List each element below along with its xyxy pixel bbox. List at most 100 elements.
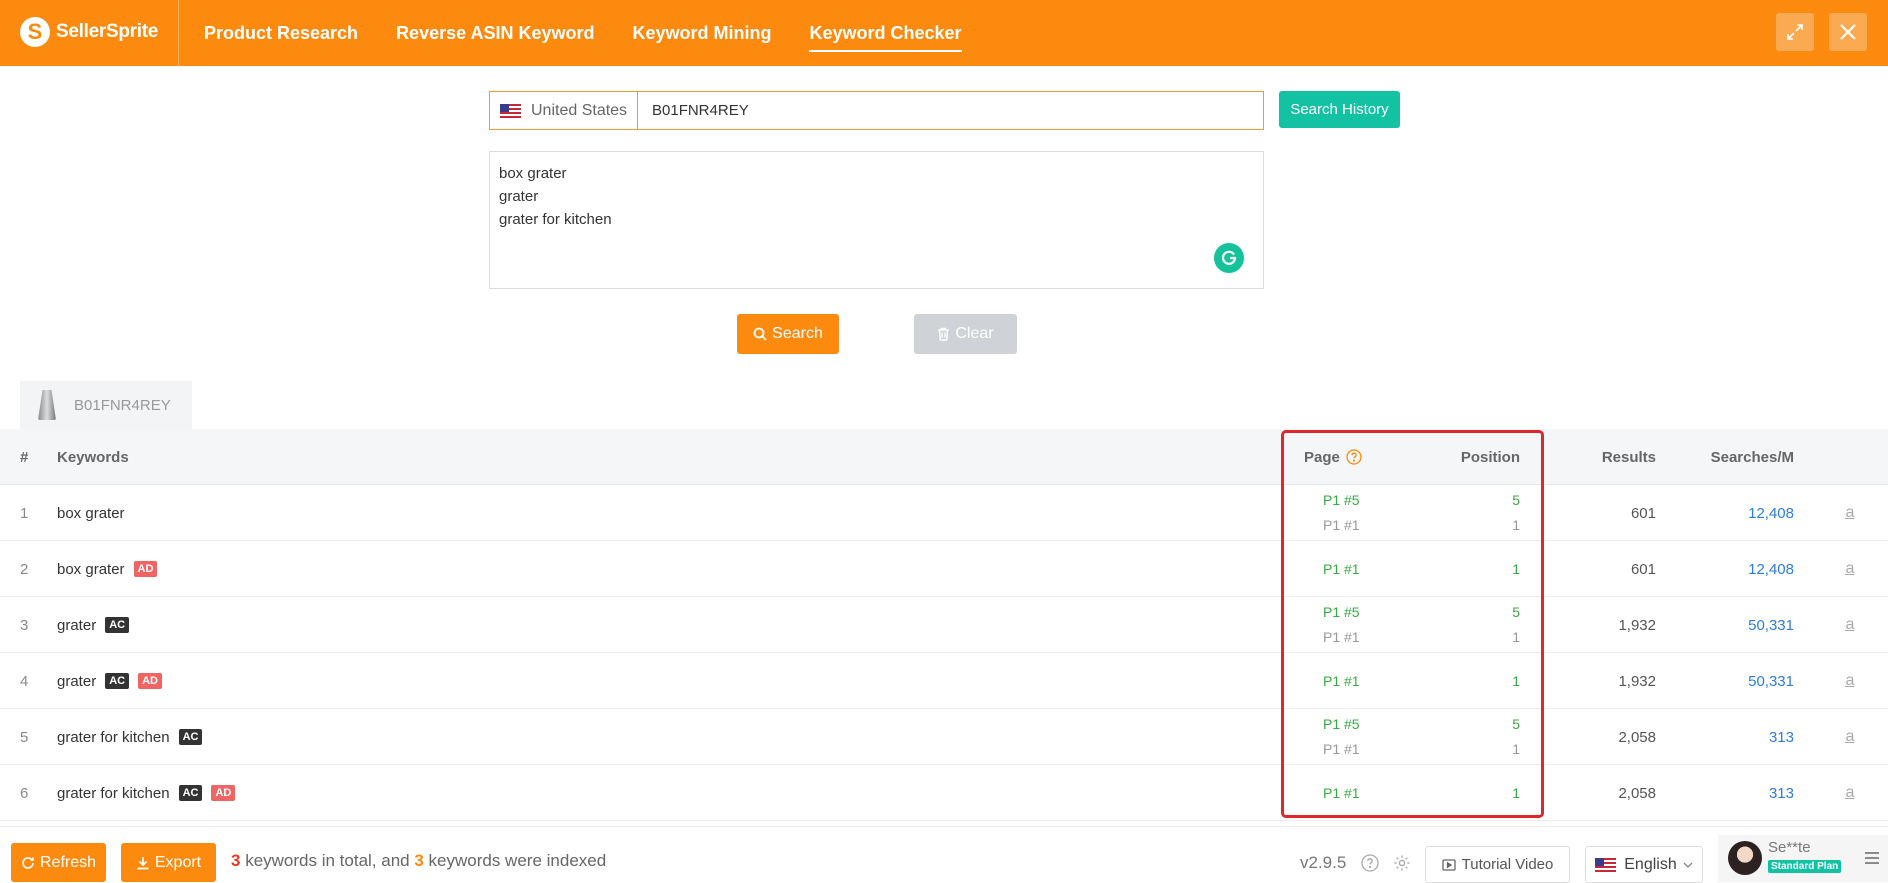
ad-tag: AD (211, 785, 236, 801)
row-page: P1 #5 P1 #1 (1323, 709, 1403, 765)
export-label: Export (154, 853, 202, 871)
header-searches[interactable]: Searches/M (1690, 429, 1794, 485)
nav-product-research[interactable]: Product Research (204, 15, 358, 52)
row-keyword: grater for kitchen AC AD (57, 765, 236, 821)
asin-input[interactable] (638, 92, 1263, 129)
search-button[interactable]: Search (737, 314, 839, 354)
menu-icon[interactable] (1864, 851, 1880, 865)
header-results[interactable]: Results (1560, 429, 1656, 485)
row-keyword: grater for kitchen AC (57, 709, 203, 765)
nav-keyword-checker[interactable]: Keyword Checker (809, 15, 962, 52)
position-primary: 1 (1512, 672, 1520, 689)
row-page: P1 #5 P1 #1 (1323, 597, 1403, 653)
keyword-text: box grater (57, 504, 125, 522)
keyword-text: box grater (57, 560, 125, 578)
search-icon (753, 327, 767, 341)
position-primary: 5 (1512, 604, 1520, 620)
row-searches-link[interactable]: 313 (1690, 765, 1794, 821)
keyword-text: grater (57, 616, 97, 634)
refresh-button[interactable]: Refresh (11, 843, 106, 882)
table-header: # Keywords Page Position Results Searche… (0, 429, 1888, 485)
page-rank-primary: P1 #1 (1323, 784, 1360, 801)
export-button[interactable]: Export (121, 843, 216, 882)
search-history-button[interactable]: Search History (1279, 91, 1400, 128)
row-keyword: box grater (57, 485, 125, 541)
header-keywords: Keywords (57, 448, 129, 466)
amazon-icon[interactable]: a̲ (1840, 709, 1860, 765)
amazon-icon[interactable]: a̲ (1840, 541, 1860, 597)
row-page: P1 #5 P1 #1 (1323, 485, 1403, 541)
amazon-icon[interactable]: a̲ (1840, 765, 1860, 821)
page-rank-secondary: P1 #1 (1323, 741, 1360, 757)
row-index: 5 (20, 728, 29, 746)
amazon-icon[interactable]: a̲ (1840, 485, 1860, 541)
position-primary: 1 (1512, 784, 1520, 801)
page-rank-primary: P1 #5 (1323, 716, 1360, 732)
row-searches-link[interactable]: 12,408 (1690, 541, 1794, 597)
row-results: 1,932 (1618, 672, 1656, 690)
row-position: 5 1 (1440, 709, 1520, 765)
expand-button[interactable] (1776, 13, 1814, 51)
page-rank-primary: P1 #1 (1323, 672, 1360, 689)
row-searches-link[interactable]: 50,331 (1690, 653, 1794, 709)
row-results: 2,058 (1618, 784, 1656, 802)
row-searches-link[interactable]: 50,331 (1690, 597, 1794, 653)
marketplace-label: United States (531, 101, 628, 119)
asin-search-box: United States (489, 91, 1264, 130)
keyword-line: grater for kitchen (499, 211, 612, 228)
help-icon[interactable] (1360, 853, 1380, 873)
tutorial-video-button[interactable]: Tutorial Video (1425, 846, 1570, 883)
keyword-text: grater for kitchen (57, 784, 170, 802)
table-row: 2 box grater AD P1 #1 1 601 12,408 a̲ (0, 541, 1888, 597)
close-button[interactable] (1829, 13, 1867, 51)
nav-reverse-asin-keyword[interactable]: Reverse ASIN Keyword (396, 15, 594, 52)
ad-tag: AD (133, 561, 158, 577)
keyword-text: grater for kitchen (57, 728, 170, 746)
footer-bar: Refresh Export 3 keywords in total, and … (0, 826, 1888, 883)
topbar-divider (178, 0, 179, 66)
ac-tag: AC (105, 673, 130, 689)
header-index: # (20, 448, 29, 466)
position-primary: 5 (1512, 492, 1520, 508)
page-rank-secondary: P1 #1 (1323, 517, 1360, 533)
user-name: Se**te (1768, 839, 1811, 856)
indexed-count: 3 (414, 851, 424, 870)
nav-keyword-mining[interactable]: Keyword Mining (632, 15, 771, 52)
close-icon (1840, 24, 1856, 40)
ad-tag: AD (138, 673, 162, 689)
clear-button[interactable]: Clear (914, 314, 1017, 354)
us-flag-icon (500, 103, 521, 118)
row-keyword: box grater AD (57, 541, 158, 597)
amazon-icon[interactable]: a̲ (1840, 653, 1860, 709)
row-index: 2 (20, 560, 29, 578)
row-page: P1 #1 (1323, 541, 1403, 597)
language-select[interactable]: English (1585, 846, 1703, 883)
logo[interactable]: S SellerSprite (20, 14, 158, 50)
row-position: 1 (1440, 653, 1520, 709)
row-position: 1 (1440, 765, 1520, 821)
table-row: 3 grater AC P1 #5 P1 #1 5 1 1,932 50,331… (0, 597, 1888, 653)
table-row: 4 grater AC AD P1 #1 1 1,932 50,331 a̲ (0, 653, 1888, 709)
row-page: P1 #1 (1323, 653, 1403, 709)
table-row: 1 box grater P1 #5 P1 #1 5 1 601 12,408 … (0, 485, 1888, 541)
row-searches-link[interactable]: 313 (1690, 709, 1794, 765)
row-index: 1 (20, 504, 29, 522)
marketplace-select[interactable]: United States (490, 92, 638, 129)
row-keyword: grater AC (57, 597, 130, 653)
summary-text-mid: keywords in total, and (240, 851, 415, 870)
keywords-textarea[interactable]: box grater grater grater for kitchen (489, 151, 1264, 289)
row-position: 5 1 (1440, 597, 1520, 653)
ac-tag: AC (178, 785, 203, 801)
row-index: 6 (20, 784, 29, 802)
user-profile[interactable]: Se**te Standard Plan (1718, 835, 1888, 882)
trash-icon (938, 327, 950, 341)
gear-icon[interactable] (1392, 853, 1412, 873)
amazon-icon[interactable]: a̲ (1840, 597, 1860, 653)
position-secondary: 1 (1512, 517, 1520, 533)
row-searches-link[interactable]: 12,408 (1690, 485, 1794, 541)
page-rank-primary: P1 #5 (1323, 604, 1360, 620)
help-icon[interactable] (1346, 449, 1362, 465)
grammarly-icon[interactable] (1214, 243, 1244, 273)
result-asin-tab[interactable]: B01FNR4REY (20, 381, 192, 429)
row-results: 2,058 (1618, 728, 1656, 746)
